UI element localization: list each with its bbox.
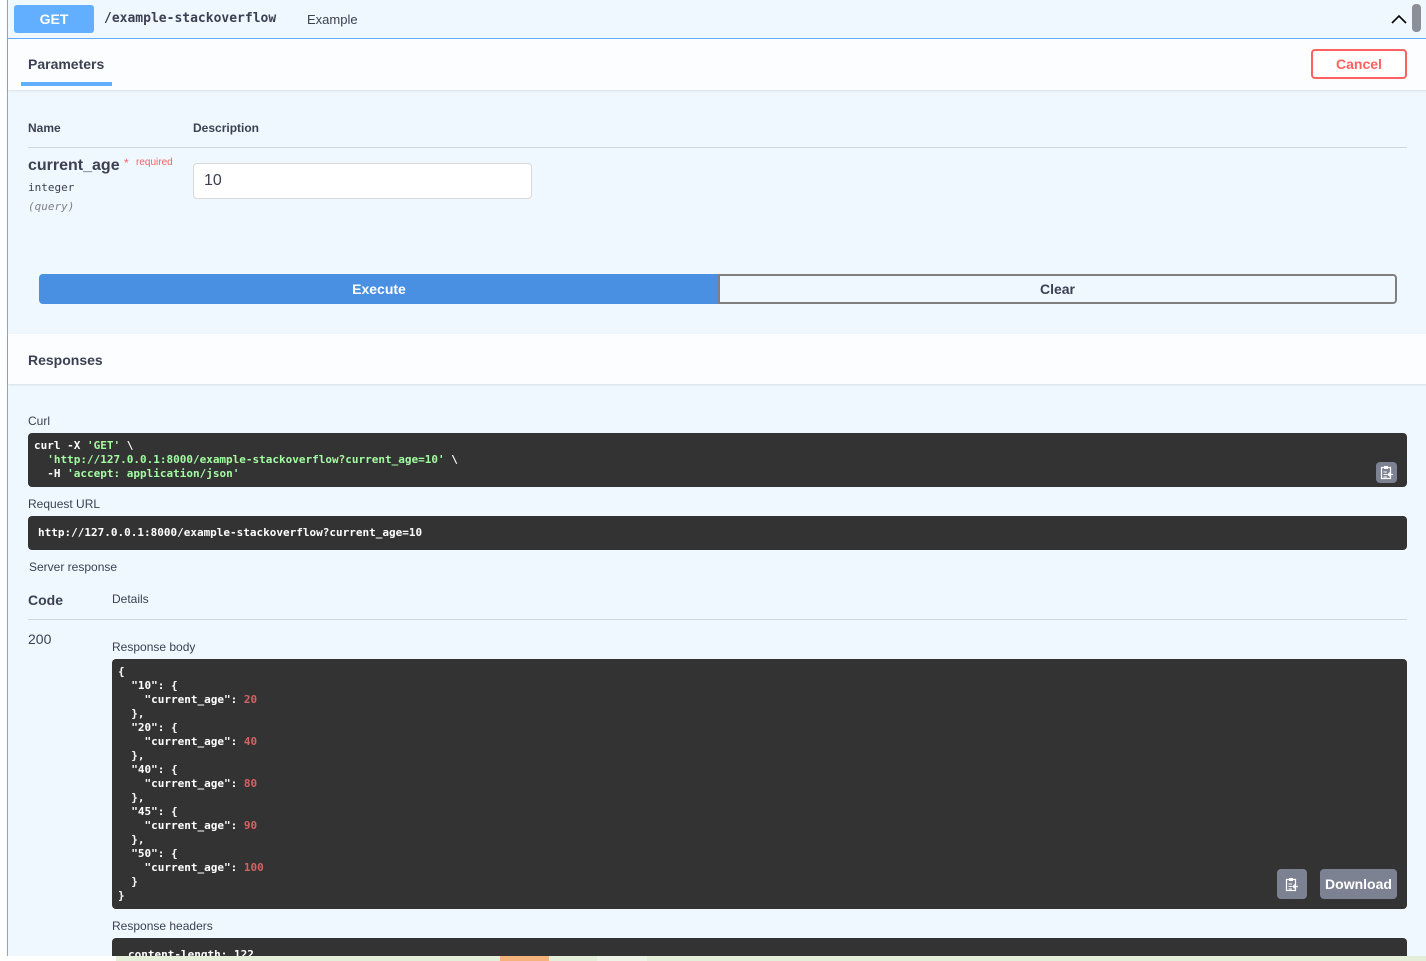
curl-header-value: 'accept: application/json' xyxy=(67,467,240,480)
clear-button[interactable]: Clear xyxy=(718,274,1397,304)
copy-curl-button[interactable] xyxy=(1376,462,1397,483)
json-brace: }, xyxy=(131,749,145,762)
curl-method: 'GET' xyxy=(86,439,121,452)
column-header-details: Details xyxy=(112,592,149,606)
column-header-name: Name xyxy=(28,121,61,135)
clipboard-icon xyxy=(1380,466,1393,480)
operation-summary[interactable]: GET /example-stackoverflow Example xyxy=(8,0,1426,39)
json-brace: }, xyxy=(131,833,145,846)
json-brace: { xyxy=(118,665,125,678)
response-body-block[interactable]: { "10": { "current_age": 20 }, "20": { "… xyxy=(112,659,1407,909)
json-number: 40 xyxy=(243,735,258,748)
tab-active-indicator xyxy=(21,82,112,86)
curl-continuation: \ xyxy=(120,439,134,452)
json-number: 20 xyxy=(243,693,258,706)
json-key: "20": { xyxy=(131,721,178,734)
parameters-header: Parameters Cancel xyxy=(8,39,1426,90)
json-brace: } xyxy=(131,875,138,888)
json-number: 80 xyxy=(243,777,258,790)
column-header-code: Code xyxy=(28,592,63,608)
response-status-code: 200 xyxy=(28,631,52,647)
parameter-name: current_age xyxy=(28,157,120,174)
json-key: "50": { xyxy=(131,847,178,860)
json-field: "current_age": xyxy=(118,777,244,790)
curl-label: Curl xyxy=(28,414,51,428)
required-label: required xyxy=(136,157,173,168)
operation-summary-text: Example xyxy=(307,12,358,27)
json-brace: }, xyxy=(131,707,145,720)
curl-continuation: \ xyxy=(444,453,458,466)
divider xyxy=(28,619,1407,620)
curl-command: curl -X xyxy=(34,439,87,452)
operation-block: GET /example-stackoverflow Example Param… xyxy=(7,0,1426,961)
taskbar-strip xyxy=(0,956,1426,961)
scrollbar-thumb[interactable] xyxy=(1412,4,1421,32)
request-url-label: Request URL xyxy=(28,497,101,511)
json-field: "current_age": xyxy=(118,861,244,874)
divider xyxy=(28,147,1407,148)
json-brace: } xyxy=(118,889,125,902)
json-key: "10": { xyxy=(131,679,178,692)
server-response-label: Server response xyxy=(29,560,118,574)
responses-title: Responses xyxy=(28,352,103,368)
chevron-up-icon[interactable] xyxy=(1390,10,1408,28)
required-star: * xyxy=(124,156,129,170)
json-number: 100 xyxy=(243,861,264,874)
column-header-description: Description xyxy=(193,121,260,135)
cancel-button[interactable]: Cancel xyxy=(1311,49,1407,79)
request-url-block[interactable]: http://127.0.0.1:8000/example-stackoverf… xyxy=(28,516,1407,550)
download-button[interactable]: Download xyxy=(1320,869,1397,899)
responses-header: Responses xyxy=(8,334,1426,384)
response-headers-label: Response headers xyxy=(112,919,213,933)
curl-header-flag: -H xyxy=(34,467,68,480)
json-number: 90 xyxy=(243,819,258,832)
execute-button[interactable]: Execute xyxy=(39,274,719,304)
json-key: "40": { xyxy=(131,763,178,776)
method-badge: GET xyxy=(14,5,94,33)
json-key: "45": { xyxy=(131,805,178,818)
tab-parameters[interactable]: Parameters xyxy=(28,56,104,72)
clipboard-icon xyxy=(1285,877,1298,891)
parameter-type: integer xyxy=(28,181,75,194)
response-body-label: Response body xyxy=(112,640,196,654)
json-field: "current_age": xyxy=(118,693,244,706)
json-field: "current_age": xyxy=(118,819,244,832)
copy-response-button[interactable] xyxy=(1277,869,1307,899)
json-brace: }, xyxy=(131,791,145,804)
current-age-input[interactable] xyxy=(193,163,532,199)
parameter-location: (query) xyxy=(28,200,75,213)
operation-path: /example-stackoverflow xyxy=(104,11,277,26)
json-field: "current_age": xyxy=(118,735,244,748)
curl-code-block[interactable]: curl -X 'GET' \ 'http://127.0.0.1:8000/e… xyxy=(28,433,1407,487)
curl-url: 'http://127.0.0.1:8000/example-stackover… xyxy=(47,453,445,466)
